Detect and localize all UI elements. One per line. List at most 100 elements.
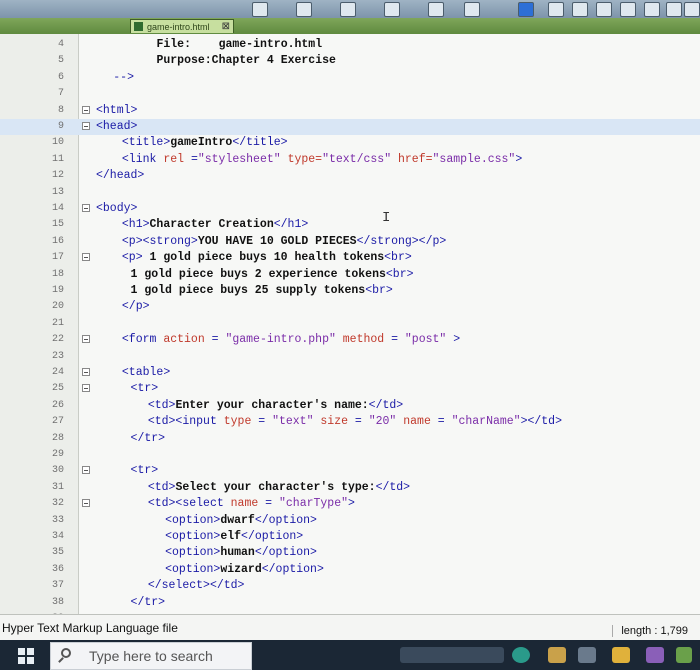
- code-line[interactable]: 36 <option>wizard</option>: [0, 562, 700, 578]
- toolbar-tool-icon[interactable]: [296, 2, 312, 17]
- code-token: <td>: [147, 398, 176, 412]
- code-line[interactable]: 21: [0, 316, 700, 332]
- fold-toggle-icon[interactable]: [82, 466, 90, 475]
- code-line[interactable]: 5 Purpose:Chapter 4 Exercise: [0, 53, 700, 69]
- fold-toggle-icon[interactable]: [82, 204, 90, 212]
- code-token: </option>: [261, 562, 324, 576]
- fold-toggle-icon[interactable]: [82, 335, 90, 344]
- code-token: =: [265, 497, 279, 511]
- code-token: File: game-intro.html: [156, 38, 323, 51]
- taskbar-app-icon[interactable]: [548, 647, 566, 663]
- line-number: 37: [51, 580, 64, 592]
- code-line[interactable]: 19 1 gold piece buys 25 supply tokens<br>: [0, 283, 700, 299]
- code-line[interactable]: 15 <h1>Character Creation</h1>: [0, 217, 700, 233]
- toolbar-tool-icon[interactable]: [518, 2, 534, 17]
- toolbar-tool-icon[interactable]: [572, 2, 588, 17]
- code-token: </option>: [241, 530, 304, 543]
- code-line[interactable]: 13: [0, 185, 700, 201]
- code-line[interactable]: 23: [0, 349, 700, 365]
- tab-close-icon[interactable]: ⊠: [222, 20, 230, 34]
- taskbar-app-icon[interactable]: [676, 647, 692, 663]
- taskbar-app-icon[interactable]: [400, 647, 504, 663]
- fold-toggle-icon[interactable]: [82, 499, 90, 508]
- code-line[interactable]: 22 <form action = "game-intro.php" method…: [0, 332, 700, 348]
- code-line[interactable]: 6 -->: [0, 70, 700, 86]
- code-token: =: [437, 415, 452, 429]
- toolbar-tool-icon[interactable]: [428, 2, 444, 17]
- code-line[interactable]: 11 <link rel ="stylesheet" type="text/css…: [0, 152, 700, 168]
- code-line[interactable]: 20 </p>: [0, 299, 700, 315]
- toolbar-tool-icon[interactable]: [464, 2, 480, 17]
- line-number: 13: [51, 186, 64, 198]
- code-line[interactable]: 29: [0, 447, 700, 463]
- code-line[interactable]: 8 <html>: [0, 103, 700, 119]
- tab-game-intro[interactable]: game-intro.html ⊠: [130, 19, 234, 33]
- code-editor[interactable]: 4 File: game-intro.html 5 Purpose:Chapter 4…: [0, 34, 700, 614]
- line-number: 4: [57, 39, 64, 50]
- code-token: "text/css": [322, 152, 398, 166]
- code-line[interactable]: 17 <p> 1 gold piece buys 10 health tokens…: [0, 250, 700, 266]
- taskbar-search-box[interactable]: Type here to search: [50, 642, 252, 670]
- fold-toggle-icon[interactable]: [82, 105, 90, 114]
- code-line[interactable]: 28 </tr>: [0, 431, 700, 447]
- code-line[interactable]: 37 </select></td>: [0, 578, 700, 594]
- toolbar-tool-icon[interactable]: [666, 2, 682, 17]
- toolbar-tool-icon[interactable]: [620, 2, 636, 17]
- code-line[interactable]: 25 <tr>: [0, 381, 700, 397]
- line-number: 26: [51, 399, 64, 411]
- code-line[interactable]: 4 File: game-intro.html: [0, 37, 700, 53]
- line-number: 36: [51, 563, 64, 575]
- code-line[interactable]: 30 <tr>: [0, 463, 700, 479]
- code-line[interactable]: 10 <title>gameIntro</title>: [0, 135, 700, 151]
- toolbar-tool-icon[interactable]: [596, 2, 612, 17]
- line-number: 7: [57, 88, 64, 100]
- line-number: 29: [51, 449, 64, 460]
- browser-icon[interactable]: [512, 647, 530, 663]
- code-text: </head>: [96, 168, 144, 184]
- length-label: length : 1,799: [612, 625, 688, 637]
- code-line[interactable]: 14 <body>: [0, 201, 700, 217]
- windows-start-icon[interactable]: [18, 648, 34, 664]
- code-line[interactable]: 26 <td>Enter your character's name:</td>: [0, 398, 700, 414]
- toolbar-tool-icon[interactable]: [684, 2, 700, 17]
- code-line[interactable]: 9 <head>: [0, 119, 700, 135]
- toolbar-tool-icon[interactable]: [384, 2, 400, 17]
- line-number: 23: [51, 350, 64, 362]
- code-token: <body>: [96, 202, 138, 215]
- toolbar-tool-icon[interactable]: [340, 2, 356, 17]
- code-line[interactable]: 33 <option>dwarf</option>: [0, 513, 700, 529]
- fold-toggle-icon[interactable]: [82, 122, 90, 130]
- code-token: -->: [113, 70, 134, 84]
- toolbar-tool-icon[interactable]: [252, 2, 268, 17]
- fold-toggle-icon[interactable]: [82, 253, 90, 262]
- code-line[interactable]: 34 <option>elf</option>: [0, 529, 700, 545]
- code-text: -->: [113, 70, 134, 86]
- code-token: >: [453, 333, 461, 347]
- fold-toggle-icon[interactable]: [82, 384, 90, 393]
- code-token: "stylesheet": [197, 152, 288, 166]
- code-line[interactable]: 27 <td><input type = "text" size = "20" n…: [0, 414, 700, 430]
- code-line[interactable]: 35 <option>human</option>: [0, 545, 700, 561]
- code-line[interactable]: 12 </head>: [0, 168, 700, 184]
- fold-toggle-icon[interactable]: [82, 368, 90, 376]
- code-line[interactable]: 18 1 gold piece buys 2 experience tokens<…: [0, 267, 700, 283]
- folder-icon[interactable]: [612, 647, 630, 663]
- code-line[interactable]: 32 <td><select name = "charType">: [0, 496, 700, 512]
- code-token: size: [320, 415, 355, 429]
- code-line[interactable]: 24 <table>: [0, 365, 700, 381]
- code-line[interactable]: 16 <p><strong>YOU HAVE 10 GOLD PIECES</st…: [0, 234, 700, 250]
- code-line[interactable]: 7: [0, 86, 700, 102]
- taskbar-app-icon[interactable]: [578, 647, 596, 663]
- code-token: Select your character's type:: [175, 480, 376, 494]
- code-token: =: [258, 415, 273, 429]
- code-line[interactable]: 38 </tr>: [0, 595, 700, 611]
- taskbar: Type here to search: [0, 640, 700, 670]
- toolbar-tool-icon[interactable]: [644, 2, 660, 17]
- code-token: <tr>: [130, 382, 159, 396]
- code-text: <option>wizard</option>: [165, 562, 324, 578]
- code-token: >: [515, 152, 523, 166]
- toolbar-tool-icon[interactable]: [548, 2, 564, 17]
- taskbar-app-icon[interactable]: [646, 647, 664, 663]
- code-line[interactable]: 31 <td>Select your character's type:</td>: [0, 480, 700, 496]
- code-token: type: [223, 415, 259, 429]
